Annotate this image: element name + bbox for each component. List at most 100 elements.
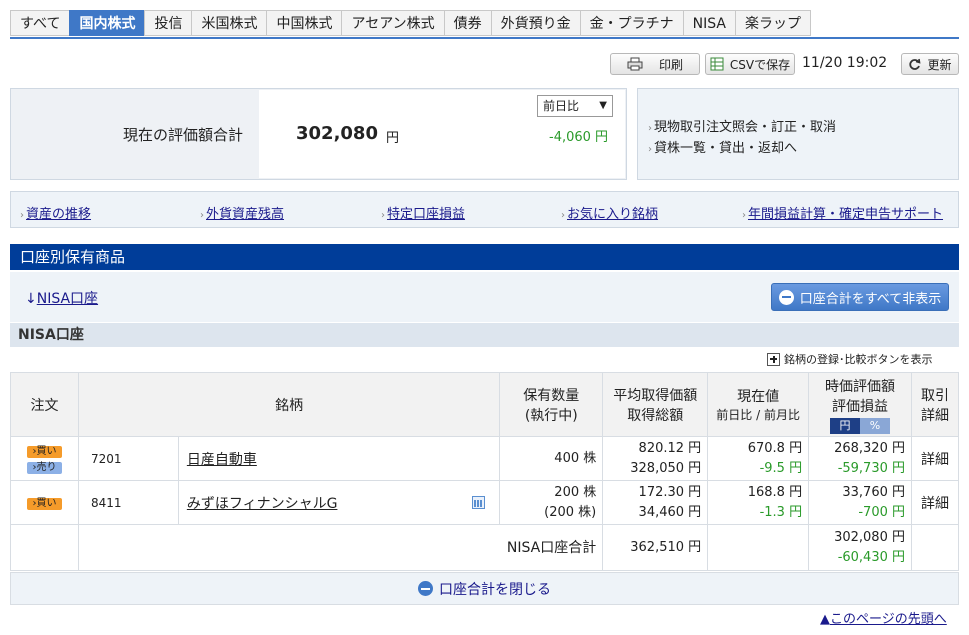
quantity-pending-value: (200 株) xyxy=(544,504,597,520)
stock-code: 8411 xyxy=(77,480,179,525)
total-empty-cell xyxy=(911,524,959,571)
tab-underline xyxy=(10,37,959,39)
stock-lending-label: 貸株一覧・貸出・返却へ xyxy=(654,141,798,156)
header-detail-label-2: 詳細 xyxy=(921,407,949,424)
quantity-value: 400 株 xyxy=(554,450,597,466)
header-daily-change[interactable]: 前日比 xyxy=(716,408,752,422)
account-total-market-value: 302,080 円 xyxy=(834,529,905,545)
header-change-toggle: 前日比 / 前月比 xyxy=(709,406,807,423)
market-value-cell: 268,320 円 -59,730 円 xyxy=(808,436,912,481)
minus-circle-icon xyxy=(418,581,433,596)
close-account-total-button[interactable]: 口座合計を閉じる xyxy=(10,572,959,605)
current-price-value: 168.8 円 xyxy=(747,484,803,500)
close-account-total-label: 口座合計を閉じる xyxy=(439,581,551,598)
sell-button[interactable]: ›売り xyxy=(26,461,62,474)
unrealized-gain-value: -700 円 xyxy=(858,504,905,520)
market-value: 33,760 円 xyxy=(842,484,905,500)
header-avg-price-label: 平均取得価額 xyxy=(613,387,698,404)
header-market-value: 時価評価額 評価損益 円% xyxy=(808,372,912,437)
daily-change-value: -4,060 円 xyxy=(549,130,609,145)
arrow-right-icon: › xyxy=(381,210,385,221)
header-gain-label: 評価損益 xyxy=(832,398,889,415)
account-total-row: NISA口座合計 362,510 円 302,080 円 -60,430 円 xyxy=(10,524,959,571)
detail-link[interactable]: 詳細 xyxy=(911,480,959,525)
tab-gold-platinum[interactable]: 金・プラチナ xyxy=(579,10,683,36)
header-detail-label-1: 取引 xyxy=(921,387,949,404)
refresh-button[interactable]: 更新 xyxy=(901,53,959,75)
holdings-table: 注文 銘柄 保有数量 (執行中) 平均取得価額 取得総額 現在値 前日比 / 前… xyxy=(10,372,959,571)
tab-investment-trusts[interactable]: 投信 xyxy=(144,10,192,36)
total-valuation-label: 現在の評価額合計 xyxy=(123,126,244,144)
nav-specific-account-pl[interactable]: › 特定口座損益 xyxy=(381,203,465,222)
price-change-value: -9.5 円 xyxy=(759,460,803,476)
tab-asean-stocks[interactable]: アセアン株式 xyxy=(341,10,444,36)
buy-button[interactable]: ›買い xyxy=(26,445,62,458)
header-monthly-change-link[interactable]: 前月比 xyxy=(764,408,800,422)
nav-favorites[interactable]: › お気に入り銘柄 xyxy=(561,203,658,222)
order-buttons: ›買い xyxy=(10,480,79,525)
detail-link[interactable]: 詳細 xyxy=(911,436,959,481)
total-cost-value: 34,460 円 xyxy=(638,504,702,520)
quantity-value: 200 株 xyxy=(554,484,597,500)
tab-foreign-currency[interactable]: 外貨預り金 xyxy=(490,10,580,36)
stock-name-link[interactable]: みずほフィナンシャルG xyxy=(187,496,338,512)
product-tabs: すべて 国内株式 投信 米国株式 中国株式 アセアン株式 債券 外貨預り金 金・… xyxy=(10,10,811,38)
total-empty-cell xyxy=(10,524,79,571)
section-title: 口座別保有商品 xyxy=(10,244,959,270)
tab-bonds[interactable]: 債券 xyxy=(443,10,491,36)
header-name: 銘柄 xyxy=(77,372,501,437)
header-quantity-label: 保有数量 xyxy=(523,387,580,404)
nisa-account-header: NISA口座 xyxy=(10,323,959,347)
nisa-anchor-link[interactable]: ↓NISA口座 xyxy=(25,288,98,308)
order-inquiry-link[interactable]: › 現物取引注文照会・訂正・取消 xyxy=(648,116,836,135)
comparison-select-value: 前日比 xyxy=(543,99,580,113)
nisa-anchor-label: NISA口座 xyxy=(36,291,99,307)
tab-nisa[interactable]: NISA xyxy=(682,10,735,36)
current-price-cell: 168.8 円 -1.3 円 xyxy=(707,480,810,525)
print-label: 印刷 xyxy=(658,57,683,72)
price-change-value: -1.3 円 xyxy=(759,504,803,520)
print-button[interactable]: 印刷 xyxy=(610,53,700,75)
tab-all[interactable]: すべて xyxy=(10,10,70,36)
nav-favorites-label: お気に入り銘柄 xyxy=(567,207,659,222)
buy-button[interactable]: ›買い xyxy=(26,497,62,510)
calendar-icon[interactable] xyxy=(472,496,486,509)
nav-foreign-assets-label: 外貨資産残高 xyxy=(206,207,285,222)
header-detail: 取引 詳細 xyxy=(911,372,959,437)
arrow-right-icon: › xyxy=(20,210,24,221)
show-compare-label: 銘柄の登録･比較ボタンを表示 xyxy=(784,353,933,366)
tab-domestic-stocks[interactable]: 国内株式 xyxy=(69,10,145,36)
account-total-cost: 362,510 円 xyxy=(602,524,709,571)
show-compare-buttons-toggle[interactable]: 銘柄の登録･比較ボタンを表示 xyxy=(767,351,933,367)
header-market-value-label: 時価評価額 xyxy=(825,378,896,395)
csv-save-button[interactable]: CSVで保存 xyxy=(705,53,795,75)
nav-asset-history-label: 資産の推移 xyxy=(26,207,92,222)
unit-toggle-yen[interactable]: 円 xyxy=(830,417,861,434)
total-cost-value: 328,050 円 xyxy=(630,460,702,476)
nav-tax-support-label: 年間損益計算・確定申告サポート xyxy=(748,207,944,222)
plus-box-icon xyxy=(767,352,780,366)
account-total-gain: -60,430 円 xyxy=(837,549,905,565)
nav-tax-support[interactable]: › 年間損益計算・確定申告サポート xyxy=(742,203,943,222)
nav-asset-history[interactable]: › 資産の推移 xyxy=(20,203,91,222)
unit-toggle-percent[interactable]: % xyxy=(860,417,891,434)
tab-rakuwrap[interactable]: 楽ラップ xyxy=(734,10,811,36)
tab-us-stocks[interactable]: 米国株式 xyxy=(191,10,267,36)
arrow-right-icon: › xyxy=(561,210,565,221)
header-change-separator: / xyxy=(752,408,764,422)
header-current-price: 現在値 前日比 / 前月比 xyxy=(707,372,810,437)
arrow-right-icon: › xyxy=(200,210,204,221)
tab-china-stocks[interactable]: 中国株式 xyxy=(266,10,342,36)
account-total-label: NISA口座合計 xyxy=(77,524,604,571)
stock-lending-link[interactable]: › 貸株一覧・貸出・返却へ xyxy=(648,137,797,156)
table-row: ›買い 8411 みずほフィナンシャルG 200 株 (200 株) 172.3… xyxy=(10,480,959,525)
hide-all-totals-button[interactable]: 口座合計をすべて非表示 xyxy=(771,283,949,311)
arrow-right-icon: › xyxy=(742,210,746,221)
unrealized-gain-value: -59,730 円 xyxy=(837,460,905,476)
stock-name-link[interactable]: 日産自動車 xyxy=(187,452,257,468)
nav-foreign-assets[interactable]: › 外貨資産残高 xyxy=(200,203,284,222)
arrow-right-icon: › xyxy=(648,144,652,155)
comparison-select[interactable]: 前日比 ▼ xyxy=(537,95,613,117)
current-price-cell: 670.8 円 -9.5 円 xyxy=(707,436,810,481)
back-to-top-link[interactable]: ▲このページの先頭へ xyxy=(820,608,947,627)
